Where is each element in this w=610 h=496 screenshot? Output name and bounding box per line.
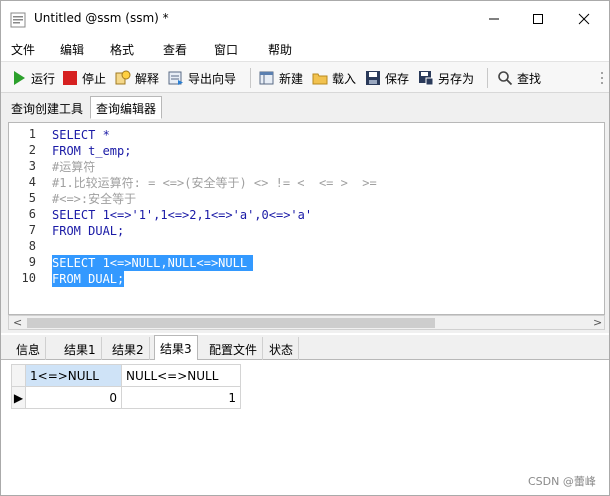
app-icon [10, 12, 26, 28]
run-label: 运行 [31, 71, 56, 86]
result-grid: 1<=>NULL NULL<=>NULL ▶ 0 1 [11, 364, 241, 409]
menu-window[interactable]: 窗口 [214, 41, 238, 58]
save-icon [366, 71, 380, 85]
window-title: Untitled @ssm (ssm) * [34, 11, 169, 25]
result-panel: 1<=>NULL NULL<=>NULL ▶ 0 1 [1, 360, 609, 495]
title-bar: Untitled @ssm (ssm) * [1, 1, 609, 37]
export-wizard-button[interactable]: 导出向导 [168, 68, 236, 88]
save-button[interactable]: 保存 [365, 68, 409, 88]
code-line: FROM t_emp; [52, 144, 132, 158]
save-as-icon [419, 71, 434, 86]
save-label: 保存 [385, 71, 410, 86]
code-comment-line: #运算符 [52, 160, 96, 174]
grid-header-row: 1<=>NULL NULL<=>NULL [11, 364, 241, 387]
line-number: 6 [28, 207, 36, 221]
stop-button[interactable]: 停止 [62, 68, 106, 88]
tab-query-editor[interactable]: 查询编辑器 [90, 96, 163, 119]
code-comment-line: #<=>:安全等于 [52, 192, 137, 206]
column-header[interactable]: 1<=>NULL [25, 364, 122, 387]
new-query-icon [259, 71, 274, 85]
line-number: 2 [28, 143, 36, 157]
selected-code-line: FROM DUAL; [52, 271, 125, 287]
maximize-icon [533, 14, 543, 24]
minimize-button[interactable] [471, 1, 517, 37]
line-number-gutter: 1 2 3 4 5 6 7 8 9 10 [9, 123, 49, 314]
menu-help[interactable]: 帮助 [268, 41, 292, 58]
watermark: CSDN @蕾峰 [528, 475, 596, 488]
current-row-marker-icon: ▶ [11, 386, 26, 409]
toolbar-separator [487, 68, 488, 88]
close-icon [578, 13, 590, 25]
explain-button[interactable]: 解释 [115, 68, 159, 88]
menu-view[interactable]: 查看 [163, 41, 187, 58]
toolbar-separator [250, 68, 251, 88]
menu-bar: 文件 编辑 格式 查看 窗口 帮助 [1, 37, 609, 61]
column-header[interactable]: NULL<=>NULL [121, 364, 241, 387]
tab-result-1[interactable]: 结果1 [59, 337, 102, 360]
code-line: FROM DUAL; [52, 224, 125, 238]
tab-info[interactable]: 信息 [11, 337, 47, 360]
result-tab-strip: 信息 结果1 结果2 结果3 配置文件 状态 [1, 335, 609, 361]
tab-result-3[interactable]: 结果3 [154, 335, 198, 361]
stop-icon [63, 71, 77, 85]
grid-corner [11, 364, 26, 387]
explain-label: 解释 [135, 71, 160, 86]
code-line: SELECT 1<=>'1',1<=>2,1<=>'a',0<=>'a' [52, 208, 313, 222]
grid-cell[interactable]: 1 [121, 386, 241, 409]
tab-query-builder[interactable]: 查询创建工具 [5, 96, 89, 119]
tab-status[interactable]: 状态 [264, 337, 300, 360]
find-button[interactable]: 查找 [497, 68, 541, 88]
selected-code-line: SELECT 1<=>NULL,NULL<=>NULL [52, 255, 254, 271]
line-number: 5 [28, 191, 36, 205]
new-button[interactable]: 新建 [259, 68, 303, 88]
tab-profile[interactable]: 配置文件 [204, 337, 264, 360]
sql-editor[interactable]: 1 2 3 4 5 6 7 8 9 10 SELECT * FROM t_emp… [8, 122, 605, 315]
load-button[interactable]: 载入 [312, 68, 356, 88]
export-wizard-label: 导出向导 [188, 71, 237, 86]
line-number: 10 [21, 271, 36, 285]
run-icon [14, 71, 25, 85]
table-row[interactable]: ▶ 0 1 [11, 386, 241, 409]
toolbar: 运行 停止 解释 导出向导 新建 载入 保存 另存为 查找 [1, 61, 609, 93]
grid-cell[interactable]: 0 [25, 386, 122, 409]
app-window: Untitled @ssm (ssm) * 文件 编辑 格式 查看 窗口 帮助 … [0, 0, 610, 496]
editor-tab-strip: 查询创建工具 查询编辑器 [1, 93, 609, 119]
folder-icon [312, 73, 328, 85]
scrollbar-thumb[interactable] [27, 318, 435, 328]
new-label: 新建 [279, 71, 304, 86]
maximize-button[interactable] [515, 1, 561, 37]
scroll-right-arrow-icon[interactable]: > [593, 316, 602, 329]
line-number: 4 [28, 175, 36, 189]
save-as-label: 另存为 [438, 71, 475, 86]
line-number: 7 [28, 223, 36, 237]
toolbar-overflow-grip[interactable] [598, 69, 606, 87]
close-button[interactable] [561, 1, 607, 37]
menu-format[interactable]: 格式 [110, 41, 134, 58]
menu-file[interactable]: 文件 [11, 41, 35, 58]
find-label: 查找 [517, 71, 542, 86]
editor-area: 1 2 3 4 5 6 7 8 9 10 SELECT * FROM t_emp… [1, 119, 609, 333]
menu-edit[interactable]: 编辑 [60, 41, 84, 58]
grip-icon [601, 72, 603, 84]
save-as-button[interactable]: 另存为 [418, 68, 474, 88]
search-icon [498, 71, 513, 86]
run-button[interactable]: 运行 [11, 68, 55, 88]
line-number: 8 [28, 239, 36, 253]
load-label: 载入 [332, 71, 357, 86]
minimize-icon [489, 18, 499, 20]
code-line: SELECT * [52, 128, 110, 142]
editor-horizontal-scrollbar[interactable]: < > [8, 315, 605, 330]
stop-label: 停止 [82, 71, 107, 86]
tab-result-2[interactable]: 结果2 [107, 337, 150, 360]
code-comment-line: #1.比较运算符: = <=>(安全等于) <> != < <= > >= [52, 176, 377, 190]
explain-icon [115, 70, 131, 85]
line-number: 9 [28, 255, 36, 269]
line-number: 3 [28, 159, 36, 173]
scroll-left-arrow-icon[interactable]: < [13, 316, 22, 329]
line-number: 1 [28, 127, 36, 141]
export-wizard-icon [168, 71, 183, 85]
